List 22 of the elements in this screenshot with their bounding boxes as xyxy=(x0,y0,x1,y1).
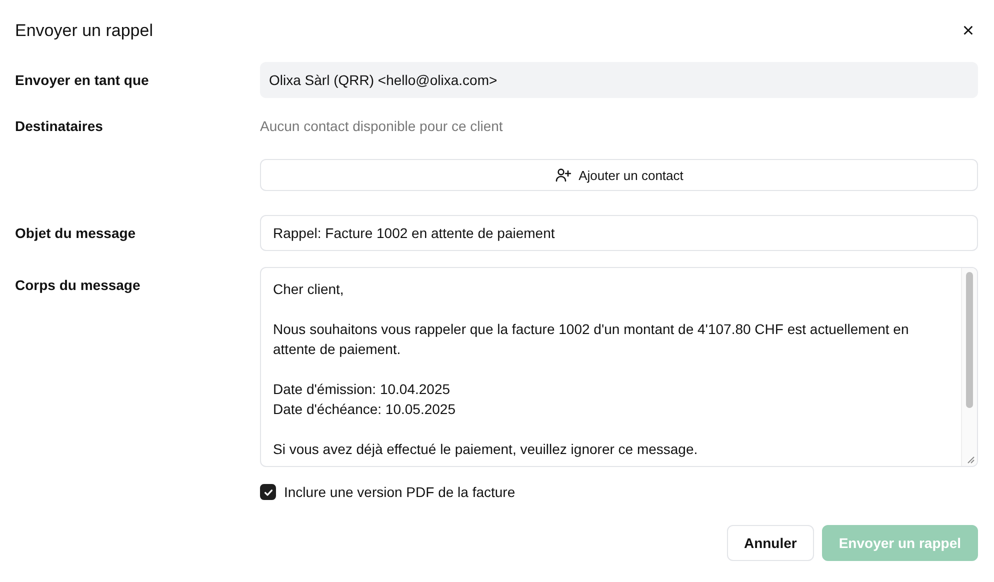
field-label: Corps du message xyxy=(15,276,142,295)
checkmark-icon xyxy=(262,486,274,498)
resize-grip-icon[interactable] xyxy=(966,455,975,464)
message-text: Nous souhaitons vous rappeler que la facture 1002 d'un montant de 4'107.80 CHF est actuellement en attente de paiement. xyxy=(273,320,910,359)
field-label: Destinataires xyxy=(15,117,104,136)
field-label: Objet du message xyxy=(15,224,137,243)
message-text: Date d'émission: 10.04.2025 xyxy=(273,380,452,399)
empty-message: Aucun contact disponible pour ce client xyxy=(260,117,504,134)
checkbox[interactable] xyxy=(260,484,276,500)
subject-field[interactable]: Rappel: Facture 1002 en attente de paiement xyxy=(260,215,978,251)
checkbox-label[interactable]: Inclure une version PDF de la facture xyxy=(284,484,516,500)
message-body-field[interactable] xyxy=(260,267,978,467)
close-button[interactable]: × xyxy=(958,21,978,41)
cancel-button[interactable]: Annuler xyxy=(726,525,814,561)
message-text: Date d'échéance: 10.05.2025 xyxy=(273,400,456,419)
dialog-title: Envoyer un rappel xyxy=(15,21,153,41)
scrollbar[interactable] xyxy=(961,268,977,466)
message-text: Cher client, xyxy=(273,280,345,299)
user-plus-icon xyxy=(554,167,571,183)
message-text: Si vous avez déjà effectué le paiement, veuillez ignorer ce message. xyxy=(273,440,699,459)
add-contact-button[interactable]: Ajouter un contact xyxy=(260,159,978,191)
field-label: Envoyer en tant que xyxy=(15,71,150,90)
